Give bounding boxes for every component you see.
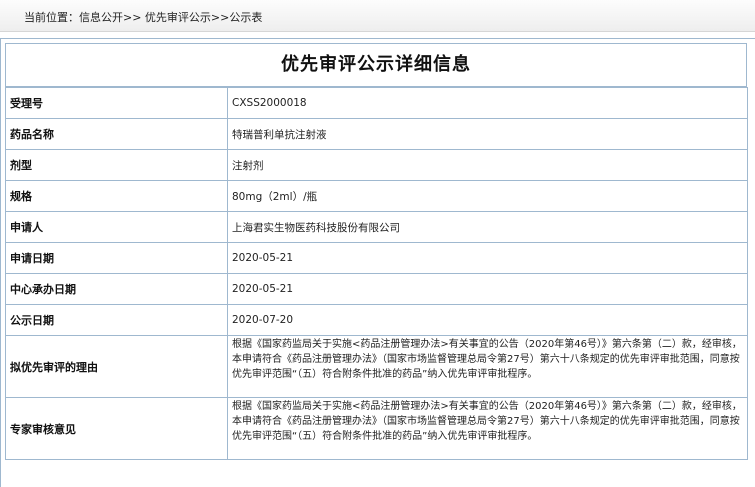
breadcrumb-text[interactable]: 当前位置：信息公开>> 优先审评公示>>公示表 xyxy=(24,9,262,25)
table-row-expert-opinion: 专家审核意见 根据《国家药监局关于实施<药品注册管理办法>有关事宜的公告（202… xyxy=(5,397,748,460)
row-value: 2020-05-21 xyxy=(227,273,748,305)
row-value: 根据《国家药监局关于实施<药品注册管理办法>有关事宜的公告（2020年第46号）… xyxy=(227,335,748,398)
row-label: 规格 xyxy=(5,180,228,212)
row-label: 公示日期 xyxy=(5,304,228,336)
breadcrumb: 当前位置：信息公开>> 优先审评公示>>公示表 xyxy=(0,0,755,32)
table-row-publicity-date: 公示日期 2020-07-20 xyxy=(5,304,748,336)
row-value: 上海君实生物医药科技股份有限公司 xyxy=(227,211,748,243)
row-label: 剂型 xyxy=(5,149,228,181)
table-row-dosage-form: 剂型 注射剂 xyxy=(5,149,748,181)
table-row-specification: 规格 80mg（2ml）/瓶 xyxy=(5,180,748,212)
table-row-acceptance-number: 受理号 CXSS2000018 xyxy=(5,87,748,119)
table-row-applicant: 申请人 上海君实生物医药科技股份有限公司 xyxy=(5,211,748,243)
row-label: 申请人 xyxy=(5,211,228,243)
table-row-drug-name: 药品名称 特瑞普利单抗注射液 xyxy=(5,118,748,150)
row-value: 80mg（2ml）/瓶 xyxy=(227,180,748,212)
table-row-center-date: 中心承办日期 2020-05-21 xyxy=(5,273,748,305)
row-value: CXSS2000018 xyxy=(227,87,748,119)
row-label: 专家审核意见 xyxy=(5,397,228,460)
row-value: 特瑞普利单抗注射液 xyxy=(227,118,748,150)
row-value: 2020-05-21 xyxy=(227,242,748,274)
row-label: 拟优先审评的理由 xyxy=(5,335,228,398)
row-value: 根据《国家药监局关于实施<药品注册管理办法>有关事宜的公告（2020年第46号）… xyxy=(227,397,748,460)
page-title: 优先审评公示详细信息 xyxy=(5,43,747,87)
detail-table: 受理号 CXSS2000018 药品名称 特瑞普利单抗注射液 剂型 注射剂 规格… xyxy=(5,87,748,460)
row-value: 2020-07-20 xyxy=(227,304,748,336)
row-label: 中心承办日期 xyxy=(5,273,228,305)
row-value: 注射剂 xyxy=(227,149,748,181)
row-label: 受理号 xyxy=(5,87,228,119)
detail-panel: 优先审评公示详细信息 受理号 CXSS2000018 药品名称 特瑞普利单抗注射… xyxy=(0,38,755,487)
table-row-application-date: 申请日期 2020-05-21 xyxy=(5,242,748,274)
row-label: 药品名称 xyxy=(5,118,228,150)
row-label: 申请日期 xyxy=(5,242,228,274)
table-row-priority-reason: 拟优先审评的理由 根据《国家药监局关于实施<药品注册管理办法>有关事宜的公告（2… xyxy=(5,335,748,398)
